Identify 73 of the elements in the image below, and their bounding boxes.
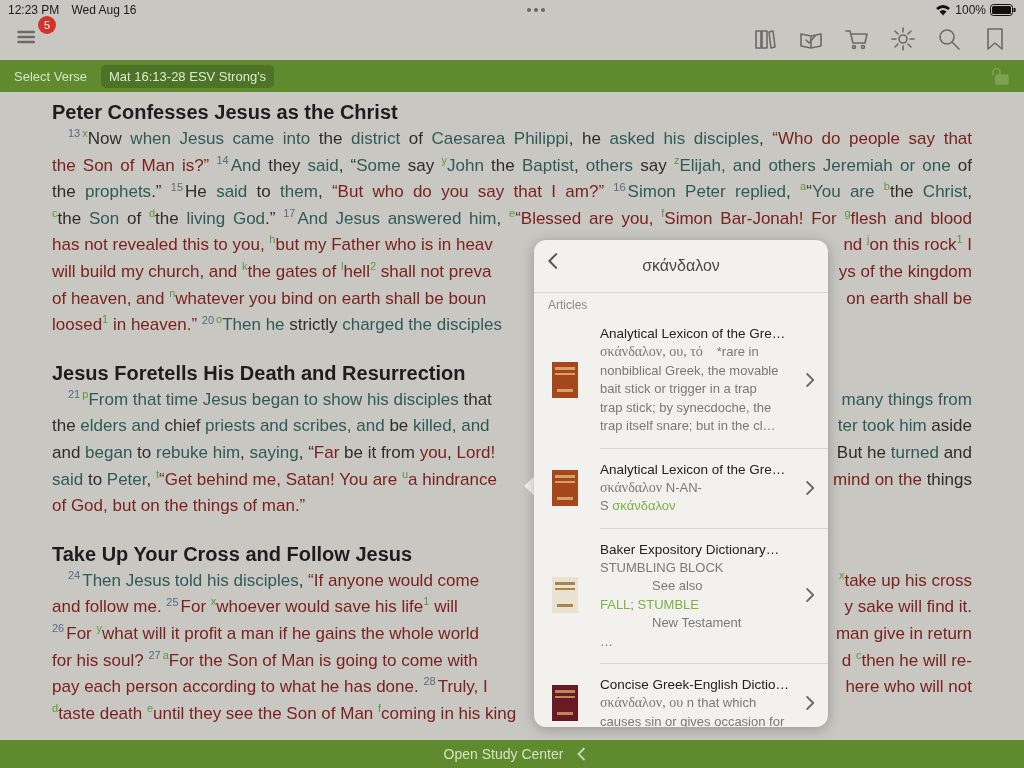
article-excerpt-line: S σκάνδαλον bbox=[600, 497, 677, 515]
article-excerpt-line: nonbiblical Greek, the movable bbox=[600, 361, 780, 380]
section-heading: Jesus Foretells His Death and Resurrection bbox=[52, 360, 466, 386]
battery-icon bbox=[990, 4, 1016, 16]
bible-text-line: nd $^{j}$on this rock$^{1}$ I bbox=[843, 232, 972, 257]
status-date: Wed Aug 16 bbox=[71, 3, 137, 17]
article-title: Analytical Lexicon of the Gre… bbox=[600, 325, 787, 343]
section-heading: Peter Confesses Jesus as the Christ bbox=[52, 100, 398, 125]
bible-text-line: of heaven, and $^{n}$whatever you bind on earth shall be boun bbox=[52, 285, 487, 310]
book-cover-icon bbox=[552, 469, 578, 506]
article-row[interactable]: Baker Expository Dictionary… STUMBLING BLOCK See also FALL; STUMBLE New Testament … bbox=[534, 527, 828, 663]
article-excerpt-line: New Testament bbox=[651, 614, 743, 632]
bible-text-line: But he turned and bbox=[836, 441, 972, 464]
article-excerpt-line: STUMBLING BLOCK bbox=[600, 558, 725, 577]
chevron-right-icon[interactable] bbox=[805, 480, 814, 495]
book-cover-icon bbox=[552, 577, 578, 614]
notification-badge: 5 bbox=[38, 16, 56, 34]
bible-text-line: here who will not bbox=[845, 676, 972, 699]
search-icon[interactable] bbox=[936, 26, 962, 52]
bible-text-line: for his soul? $^{27}$ $^{a}$For the Son of Man is going to come with bbox=[52, 647, 478, 672]
battery-level: 100% bbox=[955, 3, 986, 17]
passage-reference-button[interactable]: Mat 16:13-28 ESV Strong's bbox=[101, 64, 275, 88]
bible-text-line: $^{24}$Then Jesus told his disciples, “If anyone would come bbox=[67, 568, 480, 592]
bible-text-line: and follow me. $^{25}$ For $^{x}$whoever would save his life$^{1}$ will bbox=[52, 594, 458, 619]
article-excerpt-line: σκάνδαλον, ου n that which bbox=[600, 694, 758, 712]
bible-text-line: the Son of Man is?” $^{14}$And they said, “Some say $^{y}$John the Baptist, others say $^{z}$Elijah, and others Jeremiah or one of bbox=[52, 152, 972, 177]
bible-text-line: the elders and chief priests and scribes, and be killed, and bbox=[52, 415, 490, 438]
article-excerpt-line: FALL; STUMBLE bbox=[600, 595, 700, 614]
article-title: Concise Greek-English Dictio… bbox=[600, 676, 791, 694]
popup-title: σκάνδαλον bbox=[642, 257, 720, 275]
bible-text-line: has not revealed this to you, $^{h}$but my Father who is in heav bbox=[52, 232, 493, 257]
bible-text-line: mind on the things bbox=[833, 468, 972, 491]
bible-text-line: pay each person according to what he has done. $^{28}$ Truly, I bbox=[52, 674, 488, 699]
more-dots-icon[interactable] bbox=[525, 7, 546, 13]
book-cover-icon bbox=[552, 685, 578, 721]
bible-text-line: loosed$^{1}$ in heaven.” $^{20}$ $^{o}$Then he strictly charged the disciples bbox=[52, 312, 502, 337]
article-excerpt-line: σκάνδαλον N-AN- bbox=[600, 478, 703, 497]
article-title: Baker Expository Dictionary… bbox=[600, 540, 781, 559]
bible-text-line: $^{d}$taste death $^{e}$until they see the Son of Man $^{f}$coming in his king bbox=[52, 701, 517, 725]
bible-text-line: and began to rebuke him, saying, “Far be it from you, Lord! bbox=[52, 441, 496, 464]
bible-text-line: on earth shall be bbox=[846, 287, 972, 310]
bible-text-line: said to Peter, $^{t}$“Get behind me, Satan! You are $^{u}$a hindrance bbox=[52, 466, 497, 491]
bible-text-line: man give in return bbox=[835, 622, 972, 645]
article-title: Analytical Lexicon of the Gre… bbox=[600, 460, 787, 479]
article-row[interactable]: Analytical Lexicon of the Gre… σκάνδαλον, ου, τό *rare in nonbiblical Greek, the movable bait stick or trigger in a trap trap stick; by synecdoche, the trap itself snare; but in the cl… bbox=[534, 312, 828, 448]
bible-text-line: d $^{c}$then he will re- bbox=[841, 647, 972, 672]
wifi-icon bbox=[935, 4, 952, 16]
book-cover-icon bbox=[552, 361, 578, 398]
bible-text-line: $^{x}$take up his cross bbox=[838, 568, 972, 592]
article-row[interactable]: Analytical Lexicon of the Gre… σκάνδαλον N-AN- S σκάνδαλον bbox=[534, 447, 828, 528]
article-excerpt-line: trap itself snare; but in the cl… bbox=[600, 417, 777, 435]
bible-text-line: of God, but on the things of man.” bbox=[52, 495, 306, 518]
bible-text-line: many things from bbox=[841, 388, 972, 411]
chevron-right-icon[interactable] bbox=[805, 372, 814, 387]
bible-text-line: will build my church, and $^{k}$the gates of $^{l}$hell$^{2}$ shall not preva bbox=[52, 259, 492, 283]
section-label: Articles bbox=[547, 297, 589, 312]
chevron-right-icon[interactable] bbox=[805, 588, 814, 603]
bible-text-line: ys of the kingdom bbox=[838, 260, 972, 283]
back-chevron-icon[interactable] bbox=[548, 253, 558, 269]
bible-text-line: $^{c}$the Son of $^{d}$the living God.” $^{17}$And Jesus answered him, $^{e}$“Blessed are you, $^{f}$Simon Bar-Jonah! For $^{g}$flesh and blood bbox=[52, 206, 972, 230]
article-excerpt-line: σκάνδαλον, ου, τό *rare in bbox=[600, 343, 760, 361]
bible-text-line: ter took him aside bbox=[837, 415, 972, 438]
article-excerpt-line: See also bbox=[651, 577, 704, 595]
section-heading: Take Up Your Cross and Follow Jesus bbox=[52, 541, 413, 567]
article-excerpt-line: … bbox=[600, 632, 614, 651]
bible-text-line: $^{26}$ For $^{y}$what will it profit a man if he gains the whole world bbox=[52, 621, 479, 645]
chevron-left-icon[interactable] bbox=[577, 747, 587, 761]
bible-text-line: y sake will find it. bbox=[844, 596, 972, 619]
chevron-right-icon[interactable] bbox=[805, 696, 814, 710]
bible-text-line: the prophets.” $^{15}$ He said to them, “But who do you say that I am?” $^{16}$ Simon Peter replied, $^{a}$“You are $^{b}$the Christ, bbox=[52, 179, 972, 204]
status-time: 12:23 PM bbox=[8, 3, 60, 17]
article-excerpt-line: bait stick or trigger in a trap bbox=[600, 380, 758, 398]
article-excerpt-line: trap stick; by synecdoche, the bbox=[600, 398, 773, 417]
